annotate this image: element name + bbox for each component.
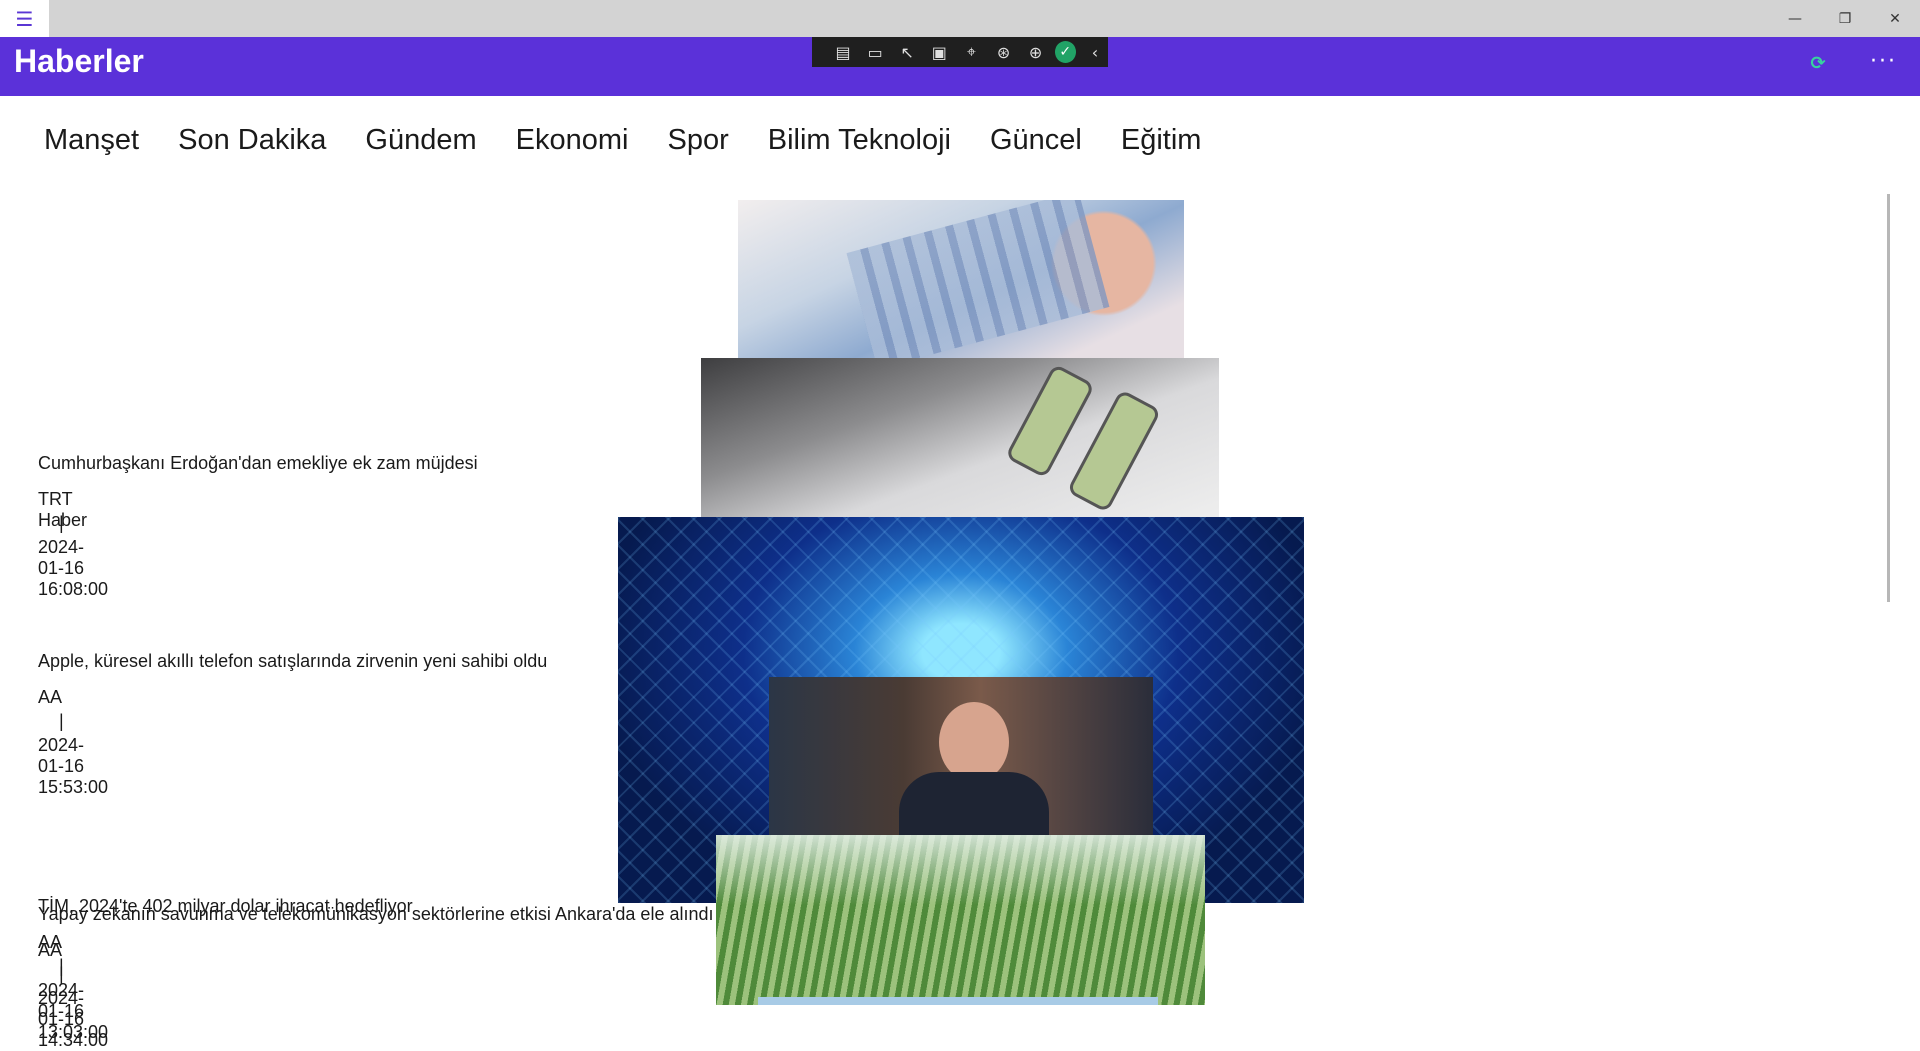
- live-tree-icon[interactable]: ▤: [830, 41, 856, 63]
- news-separator: |: [59, 964, 64, 984]
- news-date: 2024-01-16 14:34:00: [38, 988, 109, 1050]
- news-image-irrigation[interactable]: [716, 835, 1205, 1005]
- scrollbar[interactable]: [1887, 194, 1890, 602]
- tab-gundem[interactable]: Gündem: [365, 124, 476, 157]
- news-image-phones[interactable]: [701, 358, 1219, 518]
- close-button[interactable]: ✕: [1872, 0, 1918, 37]
- news-image-money[interactable]: [738, 200, 1184, 358]
- hamburger-menu-button[interactable]: ☰: [0, 0, 49, 37]
- display-layout-icon[interactable]: ▣: [926, 41, 952, 63]
- news-title: Yapay zekanın savunma ve telekomünikasyo…: [38, 904, 714, 924]
- tab-spor[interactable]: Spor: [667, 124, 728, 157]
- news-image-speaker[interactable]: [769, 677, 1153, 835]
- window-titlebar: ☰ — ❐ ✕: [0, 0, 1920, 37]
- restore-button[interactable]: ❐: [1822, 0, 1868, 37]
- binding-icon[interactable]: ⊛: [990, 41, 1016, 63]
- checkmark-icon[interactable]: ✓: [1054, 41, 1076, 63]
- tab-manset[interactable]: Manşet: [44, 124, 139, 157]
- tab-bilim-teknoloji[interactable]: Bilim Teknoloji: [768, 124, 951, 157]
- news-title: Apple, küresel akıllı telefon satışların…: [38, 651, 548, 671]
- news-source: AA: [38, 940, 63, 960]
- app-title: Haberler: [14, 43, 144, 79]
- tab-egitim[interactable]: Eğitim: [1121, 124, 1202, 157]
- track-focus-icon[interactable]: ⌖: [958, 41, 984, 63]
- tab-son-dakika[interactable]: Son Dakika: [178, 124, 326, 157]
- news-date: 2024-01-16 15:53:00: [38, 735, 109, 797]
- collapse-toolbar-icon[interactable]: ‹: [1082, 41, 1108, 63]
- news-date: 2024-01-16 16:08:00: [38, 537, 109, 599]
- select-element-icon[interactable]: ↖: [894, 41, 920, 63]
- category-tabs: Manşet Son Dakika Gündem Ekonomi Spor Bi…: [44, 124, 1240, 157]
- sync-icon: ⟳: [1810, 52, 1826, 74]
- record-icon[interactable]: ▭: [862, 41, 888, 63]
- accessibility-icon[interactable]: ⊕: [1023, 41, 1049, 63]
- sync-button[interactable]: ⟳: [1808, 52, 1828, 74]
- debug-toolbar: ▤ ▭ ↖ ▣ ⌖ ⊛ ⊕ ✓ ‹: [812, 37, 1108, 67]
- minimize-button[interactable]: —: [1772, 0, 1818, 37]
- tab-ekonomi[interactable]: Ekonomi: [516, 124, 629, 157]
- news-source: AA: [38, 687, 63, 707]
- hamburger-icon: ☰: [15, 6, 34, 31]
- tab-guncel[interactable]: Güncel: [990, 124, 1082, 157]
- more-button[interactable]: ···: [1870, 49, 1897, 74]
- news-title: Cumhurbaşkanı Erdoğan'dan emekliye ek za…: [38, 453, 478, 473]
- news-separator: |: [59, 513, 64, 533]
- news-separator: |: [59, 711, 64, 731]
